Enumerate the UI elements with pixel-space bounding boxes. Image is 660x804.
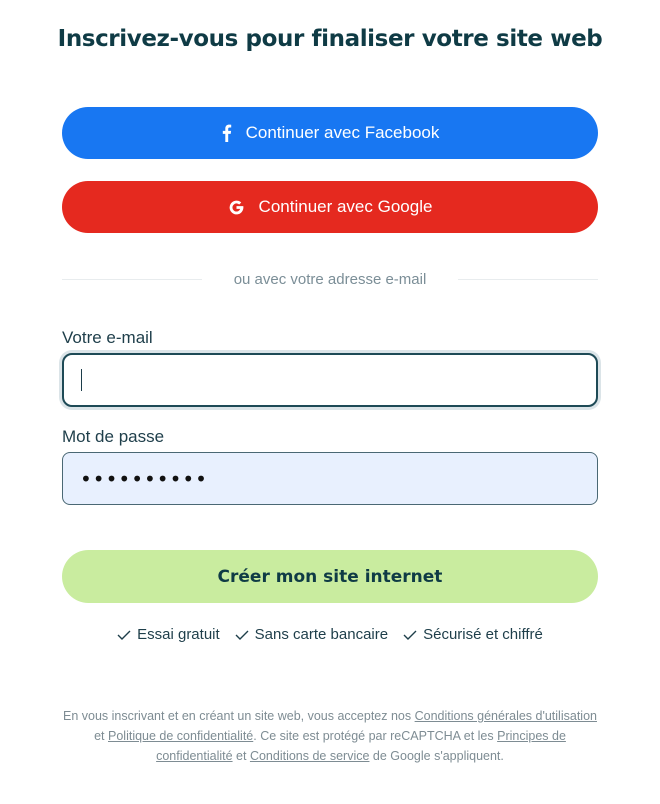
email-field[interactable] (62, 353, 598, 407)
email-label: Votre e-mail (62, 328, 153, 347)
facebook-login-label: Continuer avec Facebook (245, 123, 440, 142)
feature-item: Essai gratuit (117, 626, 220, 643)
text-caret (81, 369, 82, 391)
password-value: •••••••••• (80, 467, 208, 491)
legal-text: . Ce site est protégé par reCAPTCHA et l… (253, 729, 498, 743)
feature-list: Essai gratuit Sans carte bancaire Sécuri… (0, 626, 660, 643)
divider-line-right (458, 279, 598, 280)
feature-item: Sans carte bancaire (235, 626, 388, 643)
google-login-label: Continuer avec Google (258, 197, 433, 216)
feature-label: Sécurisé et chiffré (423, 626, 543, 643)
terms-of-use-link[interactable]: Conditions générales d'utilisation (415, 709, 597, 723)
google-login-button[interactable]: Continuer avec Google (62, 181, 598, 233)
privacy-policy-link[interactable]: Politique de confidentialité (108, 729, 253, 743)
feature-label: Essai gratuit (137, 626, 220, 643)
legal-text: de Google s'appliquent. (369, 749, 504, 763)
feature-item: Sécurisé et chiffré (403, 626, 543, 643)
page-title: Inscrivez-vous pour finaliser votre site… (57, 26, 603, 52)
check-icon (403, 630, 417, 640)
facebook-login-button[interactable]: Continuer avec Facebook (62, 107, 598, 159)
google-icon (228, 199, 245, 216)
or-divider: ou avec votre adresse e-mail (62, 268, 598, 290)
password-field[interactable]: •••••••••• (62, 452, 598, 505)
legal-notice: En vous inscrivant et en créant un site … (62, 706, 598, 766)
check-icon (235, 630, 249, 640)
legal-text: et (94, 729, 108, 743)
legal-text: et (232, 749, 250, 763)
facebook-icon (221, 124, 232, 142)
password-label: Mot de passe (62, 427, 165, 446)
check-icon (117, 630, 131, 640)
feature-label: Sans carte bancaire (254, 626, 389, 643)
google-terms-link[interactable]: Conditions de service (250, 749, 370, 763)
legal-text: En vous inscrivant et en créant un site … (63, 709, 415, 723)
create-site-button[interactable]: Créer mon site internet (62, 550, 598, 603)
